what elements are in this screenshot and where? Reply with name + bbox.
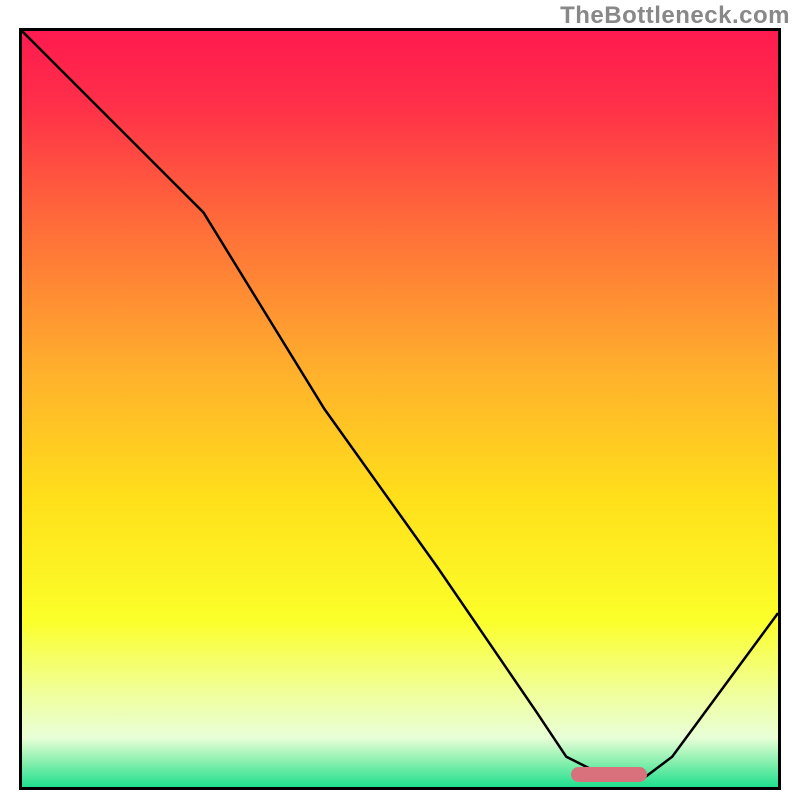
chart-curve <box>22 31 778 787</box>
chart-plot-area <box>19 28 781 790</box>
optimal-range-marker <box>571 767 647 782</box>
chart-stage: TheBottleneck.com <box>0 0 800 800</box>
watermark-text: TheBottleneck.com <box>560 2 790 30</box>
